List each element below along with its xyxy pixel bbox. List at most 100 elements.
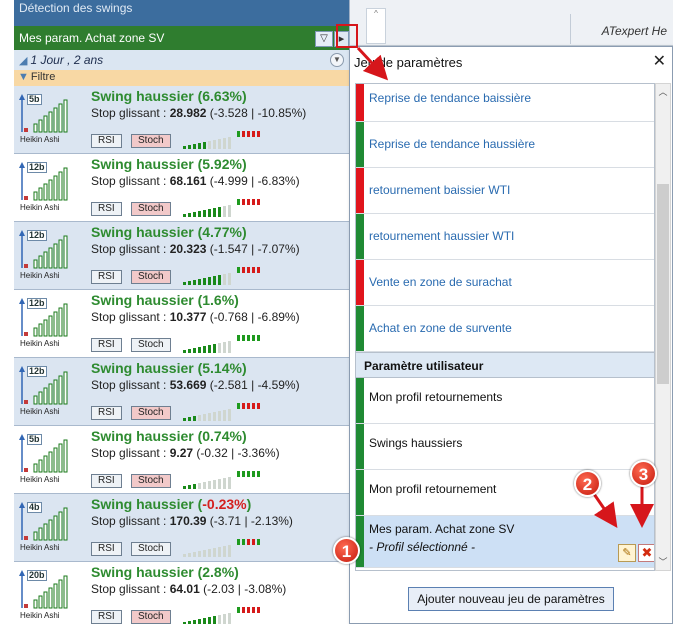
signal-dot [257,539,260,545]
swing-row[interactable]: 5b Heikin Ashi Swing haussier (6.63%) Stop … [14,86,349,154]
edit-icon[interactable]: ✎ [618,544,636,562]
swing-row[interactable]: 5b Heikin Ashi Swing haussier (0.74%) Stop … [14,426,349,494]
strength-bar [183,146,186,149]
parameter-set-item[interactable]: Reprise de tendance baissière [356,84,654,122]
stop-label: Stop glissant : [91,242,170,256]
dialog-title: Jeu de paramètres [354,55,463,70]
signal-dot [237,607,240,613]
strength-bar [198,483,201,489]
stop-line: Stop glissant : 170.39 (-3.71 | -2.13%) [91,514,293,528]
annotation-3: 3 [630,460,657,487]
signal-dot [242,403,245,409]
parameter-set-item[interactable]: Achat en zone de survente [356,306,654,352]
signal-dot [237,335,240,341]
parameter-set-item[interactable]: retournement haussier WTI [356,214,654,260]
vertical-scrollbar[interactable]: ︿ ﹀ [655,83,671,571]
signal-dot [237,199,240,205]
swing-title-text: Swing haussier ( [91,496,203,512]
close-icon[interactable]: ✕ [653,51,666,71]
rsi-badge[interactable]: RSI [91,406,122,420]
heikin-ashi-thumbnail[interactable]: 12b Heikin Ashi [16,156,76,216]
delete-icon[interactable]: ✖ [638,544,654,562]
rsi-badge[interactable]: RSI [91,270,122,284]
add-parameter-set-button[interactable]: Ajouter nouveau jeu de paramètres [408,587,614,611]
user-parameter-set-item[interactable]: Swings haussiers [356,424,654,470]
user-parameter-set-item[interactable]: Mon profil retournement [356,470,654,516]
strength-bar [228,137,231,149]
strength-bar [193,484,196,489]
heikin-ashi-thumbnail[interactable]: 12b Heikin Ashi [16,360,76,420]
user-parameter-set-item[interactable]: Mon profil retournements [356,378,654,424]
swing-title-text: Swing haussier (0.74%) [91,428,247,444]
period-icon: ◢ [19,55,28,67]
parameter-set-item[interactable]: retournement baissier WTI [356,168,654,214]
stoch-badge[interactable]: Stoch [131,406,171,420]
scroll-up-arrow-icon[interactable]: ︿ [656,84,670,100]
stop-line: Stop glissant : 64.01 (-2.03 | -3.08%) [91,582,286,596]
stoch-badge[interactable]: Stoch [131,610,171,624]
timeframe-badge: 5b [27,434,42,445]
scrollbar-thumb[interactable] [657,184,669,384]
stoch-badge[interactable]: Stoch [131,542,171,556]
strength-bar [198,415,201,421]
scroll-up-icon[interactable]: ^ [366,8,386,44]
swing-row[interactable]: 12b Heikin Ashi Swing haussier (4.77%) Stop… [14,222,349,290]
swing-title-text: Swing haussier (4.77%) [91,224,247,240]
stop-line: Stop glissant : 53.669 (-2.581 | -4.59%) [91,378,300,392]
rsi-badge[interactable]: RSI [91,474,122,488]
signal-dot [237,471,240,477]
rsi-badge[interactable]: RSI [91,134,122,148]
stoch-badge[interactable]: Stoch [131,270,171,284]
stoch-badge[interactable]: Stoch [131,338,171,352]
stoch-badge[interactable]: Stoch [131,202,171,216]
signal-dots [237,534,265,545]
swing-title: Swing haussier (0.74%) [91,428,247,444]
heikin-ashi-thumbnail[interactable]: 12b Heikin Ashi [16,224,76,284]
signal-dot [237,131,240,137]
selected-parameter-set-item[interactable]: Mes param. Achat zone SV - Profil sélect… [356,516,654,568]
stoch-badge[interactable]: Stoch [131,134,171,148]
signal-dot [247,199,250,205]
filter-bar[interactable]: ▼ Filtre [14,70,349,86]
strength-bar [203,618,206,624]
filter-funnel-icon[interactable]: ▽ [315,31,333,47]
heikin-ashi-thumbnail[interactable]: 12b Heikin Ashi [16,292,76,352]
rsi-badge[interactable]: RSI [91,610,122,624]
stop-label: Stop glissant : [91,446,170,460]
rsi-badge[interactable]: RSI [91,202,122,216]
strength-bar [203,210,206,217]
swing-row[interactable]: 20b Heikin Ashi Swing haussier (2.8%) Stop … [14,562,349,624]
swing-row[interactable]: 12b Heikin Ashi Swing haussier (5.92%) Stop… [14,154,349,222]
swing-row[interactable]: 12b Heikin Ashi Swing haussier (1.6%) Stop … [14,290,349,358]
heikin-ashi-thumbnail[interactable]: 5b Heikin Ashi [16,88,76,148]
heikin-ashi-thumbnail[interactable]: 20b Heikin Ashi [16,564,76,624]
period-label: 1 Jour , 2 ans [30,53,104,67]
heikin-ashi-thumbnail[interactable]: 5b Heikin Ashi [16,428,76,488]
strength-bar [203,414,206,421]
swing-row[interactable]: 12b Heikin Ashi Swing haussier (5.14%) Stop… [14,358,349,426]
swing-title: Swing haussier (1.6%) [91,292,239,308]
swing-title-text: Swing haussier (2.8%) [91,564,239,580]
scroll-down-arrow-icon[interactable]: ﹀ [656,554,670,570]
collapse-icon[interactable]: ▼ [330,53,344,67]
swing-row[interactable]: 4b Heikin Ashi Swing haussier (-0.23%) Stop… [14,494,349,562]
funnel-icon: ▼ [18,71,29,83]
stoch-badge[interactable]: Stoch [131,474,171,488]
signal-dot [237,539,240,545]
rsi-badge[interactable]: RSI [91,542,122,556]
strength-bar [203,346,206,353]
heikin-ashi-thumbnail[interactable]: 4b Heikin Ashi [16,496,76,556]
profile-selector[interactable]: Mes param. Achat zone SV [14,26,349,50]
strength-bar [223,478,226,489]
selected-profile-note: - Profil sélectionné - [369,540,476,554]
swing-title-end: ) [246,496,252,512]
strength-bar [228,205,231,217]
parameter-set-item[interactable]: Vente en zone de surachat [356,260,654,306]
rsi-badge[interactable]: RSI [91,338,122,352]
signal-dot [252,607,255,613]
strength-bar [208,413,211,421]
parameter-set-item[interactable]: Reprise de tendance haussière [356,122,654,168]
signal-dot [257,267,260,273]
profile-label: Mes param. Achat zone SV [19,31,165,45]
period-bar[interactable]: ◢ 1 Jour , 2 ans [14,50,349,70]
